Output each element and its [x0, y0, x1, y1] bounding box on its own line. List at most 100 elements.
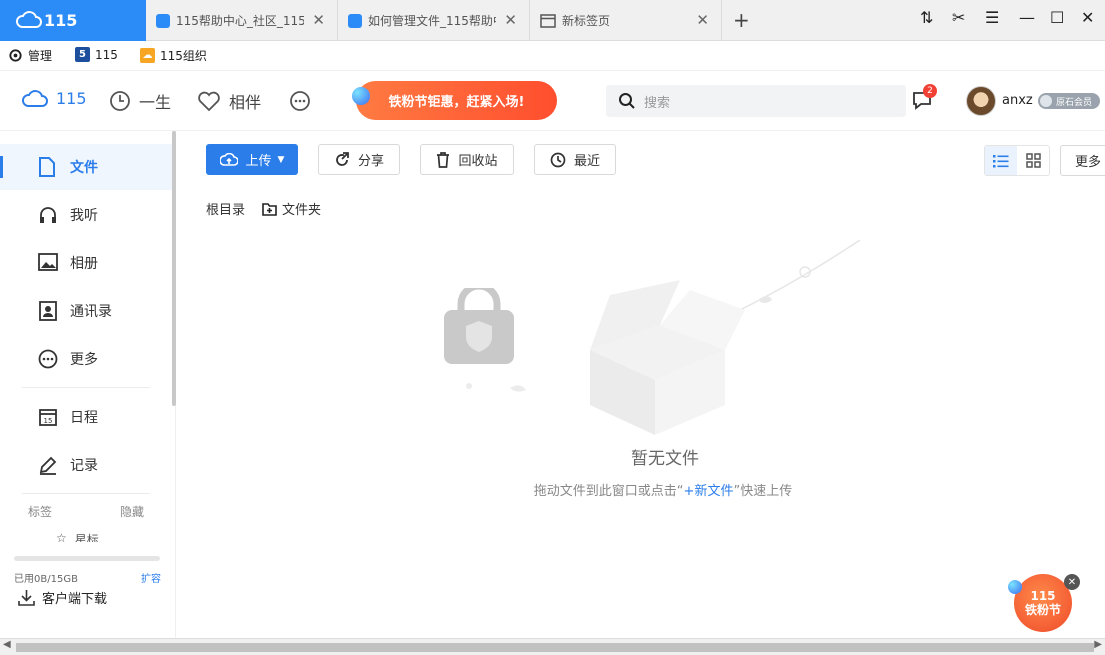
add-folder-icon [262, 202, 277, 216]
sidebar-item-listen[interactable]: 我听 [0, 192, 172, 238]
nav-lifetime[interactable]: 一生 [109, 89, 171, 113]
list-view-button[interactable] [985, 146, 1017, 175]
cloud-upload-icon [219, 152, 238, 166]
cloud-icon [22, 89, 48, 107]
tab-help-center[interactable]: 115帮助中心_社区_115 ✕ [146, 0, 338, 41]
bookmark-115-org[interactable]: ☁ 115组织 [140, 47, 207, 64]
member-badge[interactable]: 原石会员 [1038, 93, 1100, 109]
gear-icon [9, 49, 22, 62]
file-icon [39, 157, 55, 177]
sort-icon[interactable]: ⇅ [920, 8, 933, 27]
scroll-right-icon[interactable]: ▶ [1094, 639, 1102, 650]
sidebar-item-label: 记录 [70, 458, 98, 474]
message-button[interactable]: 2 [911, 84, 937, 115]
member-dot-icon [1040, 95, 1052, 107]
scissors-icon[interactable]: ✂ [952, 8, 965, 27]
calendar-icon: 15 [39, 409, 57, 426]
sidebar-item-schedule[interactable]: 15 日程 [0, 394, 172, 440]
more-button[interactable]: 更多 [1060, 145, 1105, 176]
share-icon [336, 151, 349, 166]
client-download-button[interactable]: 客户端下载 [18, 588, 107, 607]
sidebar-item-star[interactable]: ☆ 星标 [56, 531, 99, 542]
close-icon[interactable]: ✕ [696, 11, 709, 29]
maximize-icon[interactable]: ☐ [1050, 8, 1064, 27]
nav-115[interactable]: 115 [22, 89, 87, 108]
bookmark-115[interactable]: 5 115 [75, 47, 118, 62]
scroll-left-icon[interactable]: ◀ [3, 639, 11, 650]
nav-label: 一生 [139, 93, 172, 112]
more-icon [38, 349, 58, 369]
history-icon [550, 152, 566, 167]
close-icon[interactable]: ✕ [1064, 574, 1080, 590]
storage-progress-bar [14, 556, 160, 561]
close-icon[interactable]: ✕ [504, 11, 517, 29]
new-folder-button[interactable]: 文件夹 [262, 199, 321, 218]
balloon-icon [352, 87, 370, 105]
username[interactable]: anxz [1002, 93, 1033, 108]
list-icon [993, 154, 1009, 167]
search-box[interactable]: 搜索 [606, 85, 906, 117]
nav-label: 相伴 [229, 93, 262, 112]
hide-tags-button[interactable]: 隐藏 [120, 503, 144, 520]
close-icon[interactable]: ✕ [312, 11, 325, 29]
minimize-icon[interactable]: — [1019, 8, 1035, 27]
cloud-favicon-icon [348, 13, 362, 28]
empty-state-hint: 拖动文件到此窗口或点击“+新文件”快速上传 [468, 480, 858, 499]
sidebar-item-more[interactable]: 更多 [0, 336, 172, 382]
breadcrumb-root[interactable]: 根目录 [206, 199, 245, 218]
sidebar-item-label: 通讯录 [70, 304, 112, 320]
new-file-link[interactable]: +新文件 [684, 484, 734, 499]
five-logo-icon: 5 [75, 47, 90, 62]
sidebar-item-record[interactable]: 记录 [0, 442, 172, 488]
tab-label: 115帮助中心_社区_115 [176, 14, 304, 28]
new-tab-plus-icon[interactable]: + [733, 8, 750, 32]
calendar-day: 15 [44, 417, 53, 425]
tab-manage-files[interactable]: 如何管理文件_115帮助中 ✕ [338, 0, 530, 41]
floating-promo-widget[interactable]: 115 铁粉节 ✕ [1008, 574, 1080, 634]
sidebar-item-files[interactable]: 文件 [0, 144, 172, 190]
tab-new-tab[interactable]: 新标签页 ✕ [530, 0, 722, 41]
horizontal-scrollbar[interactable]: ◀ ▶ [0, 638, 1105, 655]
client-download-label: 客户端下载 [42, 592, 108, 607]
browser-tab-bar: 115 115帮助中心_社区_115 ✕ 如何管理文件_115帮助中 ✕ 新标签… [0, 0, 1105, 41]
upload-button[interactable]: 上传 ▼ [206, 144, 298, 175]
grid-view-button[interactable] [1017, 146, 1049, 175]
grid-icon [1025, 153, 1041, 168]
download-icon [18, 590, 35, 606]
sidebar-divider [22, 387, 150, 388]
window-close-icon[interactable]: ✕ [1081, 8, 1094, 27]
window-icon [540, 13, 556, 28]
sidebar-item-label: 更多 [70, 352, 98, 368]
hint-text-after: ”快速上传 [733, 484, 793, 499]
bookmark-manage[interactable]: 管理 [8, 47, 52, 64]
avatar[interactable] [966, 86, 996, 116]
member-label: 原石会员 [1056, 97, 1093, 108]
cloud-favicon-icon [156, 13, 170, 28]
nav-companion[interactable]: 相伴 [197, 89, 261, 113]
image-icon [38, 253, 58, 271]
caret-down-icon: ▼ [277, 154, 285, 165]
cloud-org-icon: ☁ [140, 48, 155, 63]
promo-badge-line2: 铁粉节 [1024, 603, 1061, 617]
new-folder-label: 文件夹 [282, 203, 322, 218]
recycle-bin-label: 回收站 [458, 154, 498, 169]
brand-tab[interactable]: 115 [0, 0, 146, 41]
promo-text: 铁粉节钜惠，赶紧入场! [388, 95, 525, 110]
sidebar-item-album[interactable]: 相册 [0, 240, 172, 286]
promo-banner[interactable]: 铁粉节钜惠，赶紧入场! [352, 81, 557, 120]
recent-button[interactable]: 最近 [534, 144, 616, 175]
sidebar-item-label: 文件 [70, 160, 98, 176]
sidebar-item-label: 日程 [70, 410, 98, 426]
clock-icon [110, 91, 130, 111]
sidebar-scrollbar[interactable] [172, 131, 176, 406]
sidebar-item-contacts[interactable]: 通讯录 [0, 288, 172, 334]
more-icon[interactable] [289, 90, 311, 112]
expand-storage-link[interactable]: 扩容 [141, 570, 161, 585]
menu-icon[interactable]: ☰ [985, 8, 999, 27]
scrollbar-thumb[interactable] [16, 643, 1094, 652]
share-button[interactable]: 分享 [318, 144, 400, 175]
sidebar-item-label: 我听 [70, 208, 98, 224]
bookmark-label: 115 [95, 47, 118, 62]
recycle-bin-button[interactable]: 回收站 [420, 144, 514, 175]
search-icon [619, 93, 635, 109]
